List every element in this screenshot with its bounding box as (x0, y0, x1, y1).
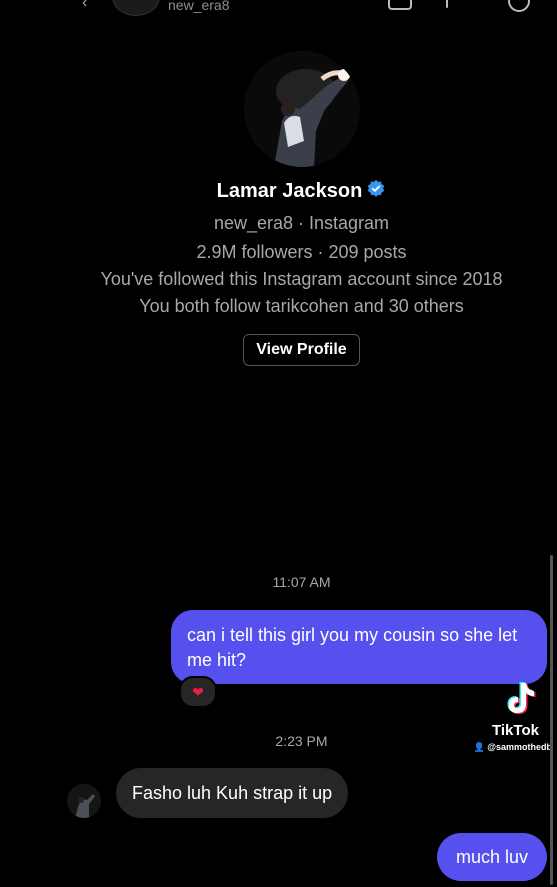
scrollbar[interactable] (550, 555, 553, 885)
tiktok-watermark: TikTok 👤 @sammothedb (473, 680, 552, 760)
outgoing-message[interactable]: can i tell this girl you my cousin so sh… (171, 610, 547, 684)
info-icon[interactable] (508, 0, 530, 12)
outgoing-message[interactable]: much luv (437, 833, 547, 881)
incoming-message[interactable]: Fasho luh Kuh strap it up (116, 768, 349, 818)
follow-since-line: You've followed this Instagram account s… (100, 269, 503, 289)
profile-avatar[interactable] (244, 51, 360, 167)
verified-badge-icon (368, 179, 385, 197)
tiktok-handle: 👤 @sammothedb (452, 742, 552, 753)
mutual-followers-line: You both follow tarikcohen and 30 others (139, 296, 464, 316)
video-call-icon[interactable] (446, 0, 448, 8)
profile-name: Lamar Jackson (216, 180, 363, 202)
back-arrow-icon[interactable]: ‹ (82, 0, 87, 12)
tiktok-brand: TikTok (492, 722, 539, 739)
profile-name-row: Lamar Jackson (0, 179, 557, 203)
chat-header: ‹ new_era8 (0, 0, 557, 18)
view-profile-button[interactable]: View Profile (243, 334, 360, 366)
message-timestamp: 11:07 AM (272, 574, 331, 590)
profile-stats-line: 2.9M followers · 209 posts (196, 242, 407, 262)
tiktok-logo-icon (507, 682, 536, 714)
profile-photo (244, 51, 360, 167)
tiktok-handle-text: @sammothedb (487, 742, 552, 752)
sender-photo (67, 784, 101, 818)
phone-call-icon[interactable] (388, 0, 412, 10)
sender-avatar[interactable] (67, 784, 101, 818)
header-username[interactable]: new_era8 (168, 0, 230, 13)
profile-handle-line: new_era8 · Instagram (213, 213, 390, 233)
header-avatar[interactable] (112, 0, 160, 16)
heart-reaction-icon[interactable]: ❤ (179, 676, 217, 708)
user-icon: 👤 (473, 742, 485, 752)
